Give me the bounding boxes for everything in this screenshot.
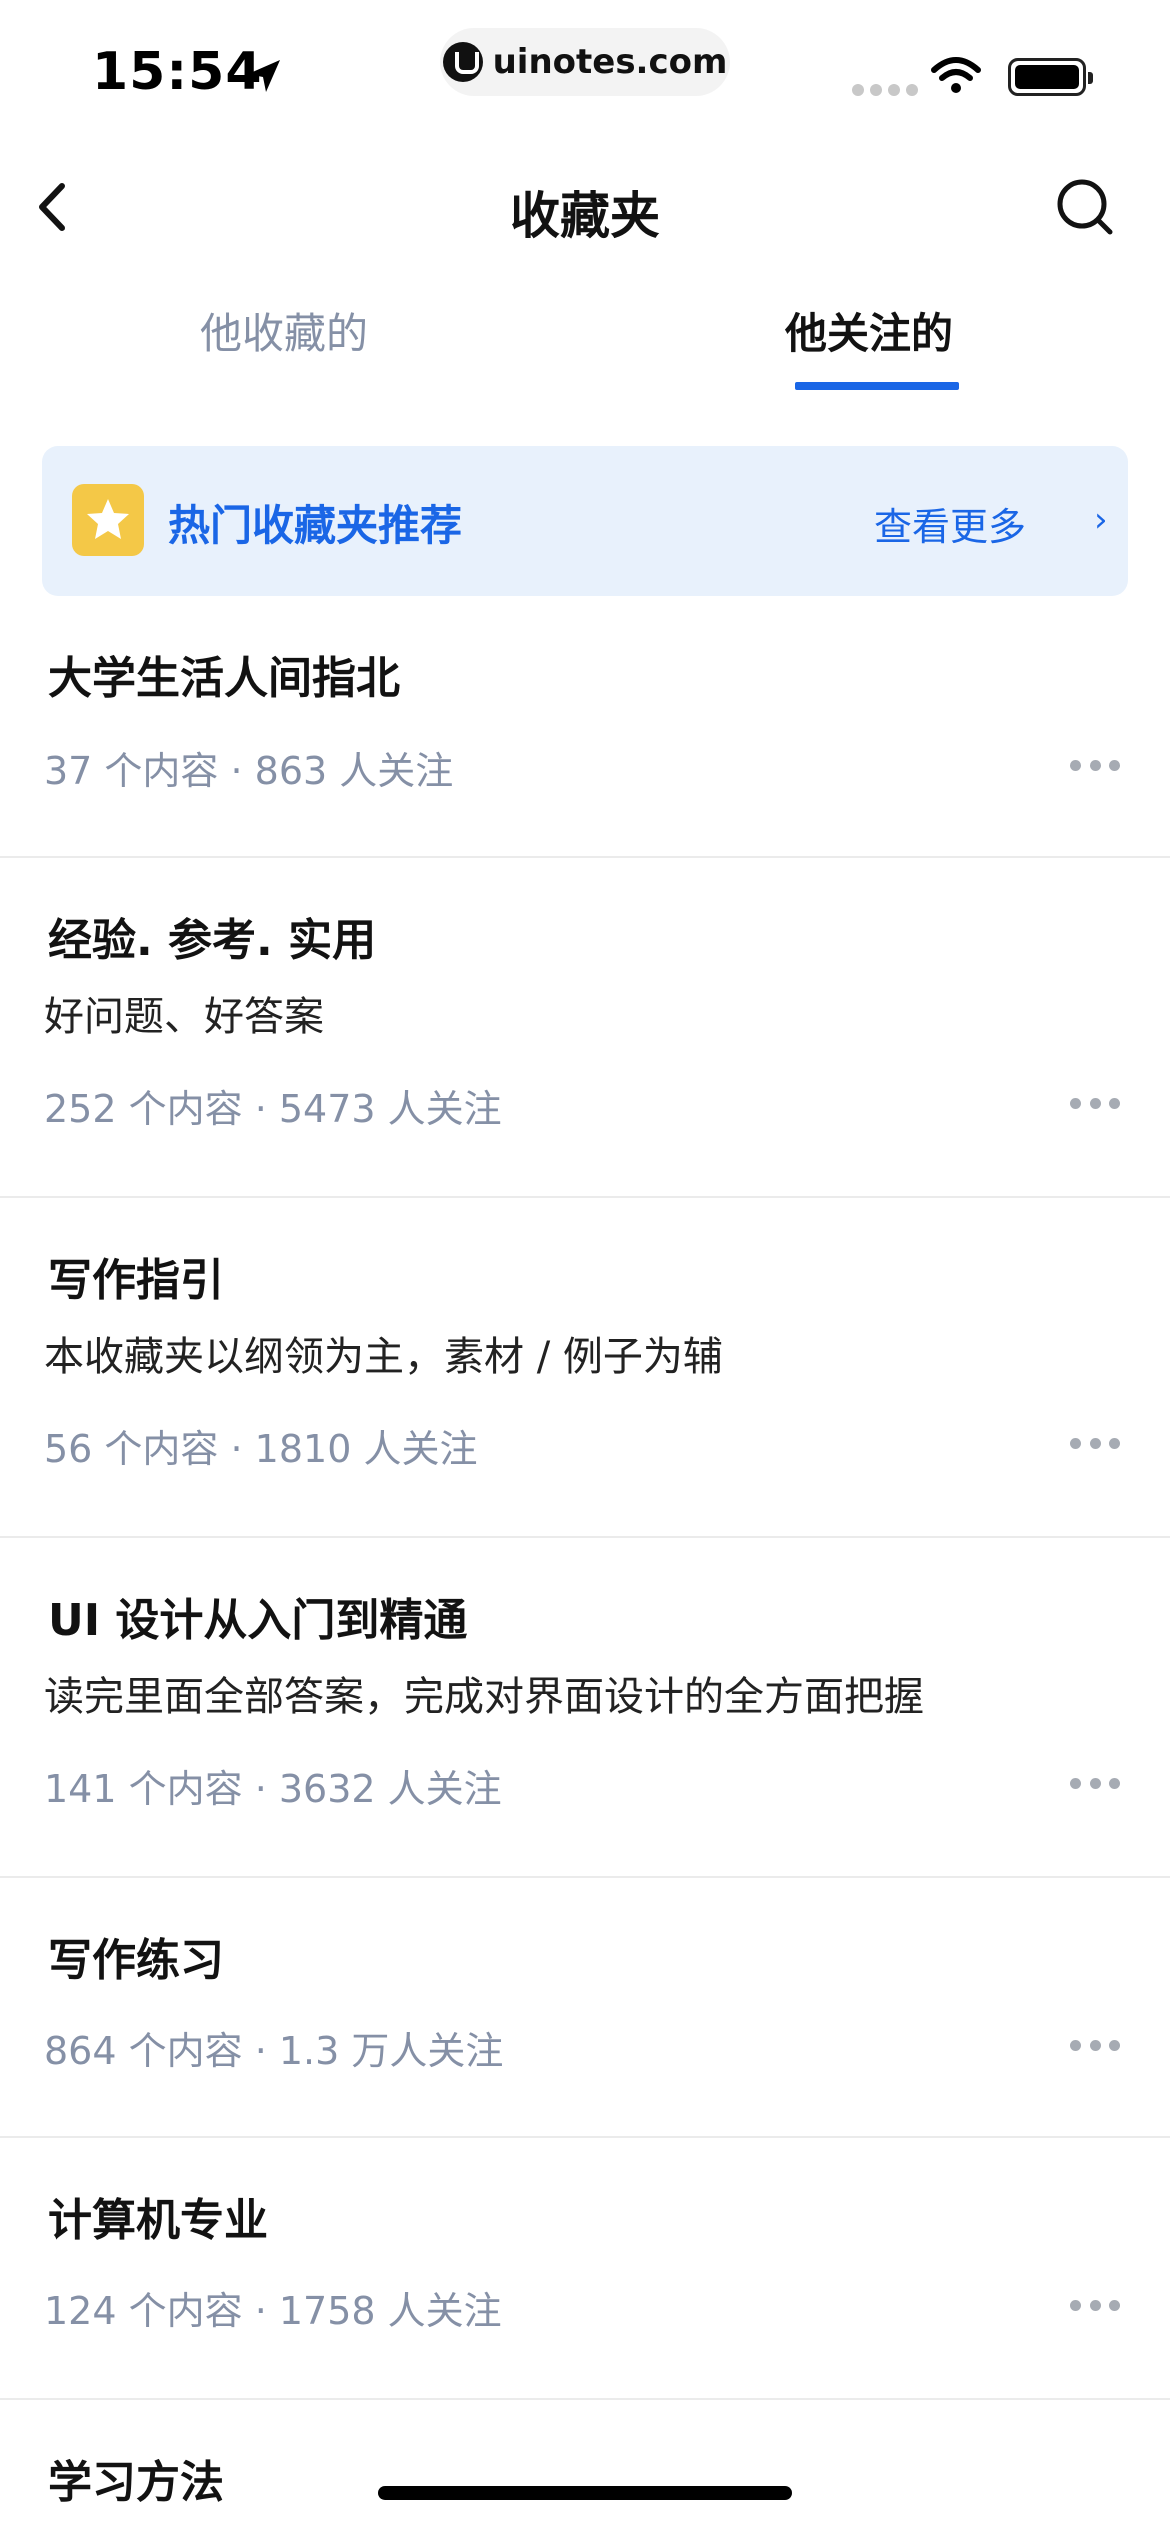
collection-description: 好问题、好答案 <box>44 994 324 1040</box>
collection-title: UI 设计从入门到精通 <box>48 1595 468 1646</box>
page-title: 收藏夹 <box>510 187 660 245</box>
tab-bar: 他收藏的 他关注的 <box>0 290 1170 400</box>
navigation-bar: 收藏夹 <box>0 150 1170 270</box>
url-pill[interactable]: uinotes.com <box>440 28 730 96</box>
collection-description: 读完里面全部答案，完成对界面设计的全方面把握 <box>44 1674 924 1720</box>
more-options-icon[interactable] <box>1070 1778 1120 1792</box>
collection-title: 大学生活人间指北 <box>48 653 400 704</box>
star-icon <box>72 484 144 556</box>
home-indicator[interactable] <box>378 2486 792 2500</box>
battery-icon <box>1008 58 1093 96</box>
hot-collections-banner[interactable]: 热门收藏夹推荐 查看更多 › <box>42 446 1128 596</box>
view-more-link[interactable]: 查看更多 <box>874 496 1026 551</box>
tab-collected[interactable]: 他收藏的 <box>200 300 368 361</box>
collection-meta: 864 个内容 · 1.3 万人关注 <box>44 2029 504 2073</box>
collection-meta: 56 个内容 · 1810 人关注 <box>44 1427 478 1471</box>
status-bar: 15:54 uinotes.com <box>0 0 1170 150</box>
screen: 15:54 uinotes.com 收藏夹 他收藏的 他关注的 热门收藏夹推荐 … <box>0 0 1170 2532</box>
more-options-icon[interactable] <box>1070 2040 1120 2054</box>
more-options-icon[interactable] <box>1070 2300 1120 2314</box>
search-icon[interactable] <box>1050 172 1120 242</box>
active-tab-indicator <box>795 382 959 390</box>
collection-meta: 252 个内容 · 5473 人关注 <box>44 1087 502 1131</box>
status-time: 15:54 <box>92 42 263 102</box>
tab-following[interactable]: 他关注的 <box>785 300 953 361</box>
collection-description: 本收藏夹以纲领为主，素材 / 例子为辅 <box>44 1334 723 1380</box>
collection-title: 学习方法 <box>48 2457 224 2508</box>
url-text: uinotes.com <box>492 42 728 82</box>
more-options-icon[interactable] <box>1070 1438 1120 1452</box>
chevron-right-icon: › <box>1094 500 1108 540</box>
wifi-icon <box>931 57 981 93</box>
collection-meta: 141 个内容 · 3632 人关注 <box>44 1767 502 1811</box>
location-arrow-icon <box>248 60 280 92</box>
collection-item[interactable]: 学习方法 <box>0 2400 1170 2532</box>
more-options-icon[interactable] <box>1070 1098 1120 1112</box>
collection-item[interactable]: UI 设计从入门到精通 读完里面全部答案，完成对界面设计的全方面把握 141 个… <box>0 1538 1170 1878</box>
collection-meta: 37 个内容 · 863 人关注 <box>44 749 454 793</box>
banner-title: 热门收藏夹推荐 <box>168 501 463 550</box>
collection-item[interactable]: 大学生活人间指北 37 个内容 · 863 人关注 <box>0 600 1170 858</box>
site-logo-icon <box>442 42 483 82</box>
collection-item[interactable]: 写作练习 864 个内容 · 1.3 万人关注 <box>0 1878 1170 2138</box>
collection-title: 写作指引 <box>48 1255 224 1306</box>
collection-item[interactable]: 经验. 参考. 实用 好问题、好答案 252 个内容 · 5473 人关注 <box>0 858 1170 1198</box>
collection-title: 计算机专业 <box>48 2195 268 2246</box>
collection-item[interactable]: 写作指引 本收藏夹以纲领为主，素材 / 例子为辅 56 个内容 · 1810 人… <box>0 1198 1170 1538</box>
collection-title: 写作练习 <box>48 1935 224 1986</box>
collection-title: 经验. 参考. 实用 <box>48 915 377 966</box>
collection-meta: 124 个内容 · 1758 人关注 <box>44 2289 502 2333</box>
collection-item[interactable]: 计算机专业 124 个内容 · 1758 人关注 <box>0 2138 1170 2400</box>
cellular-signal-icon <box>852 84 918 96</box>
more-options-icon[interactable] <box>1070 760 1120 774</box>
